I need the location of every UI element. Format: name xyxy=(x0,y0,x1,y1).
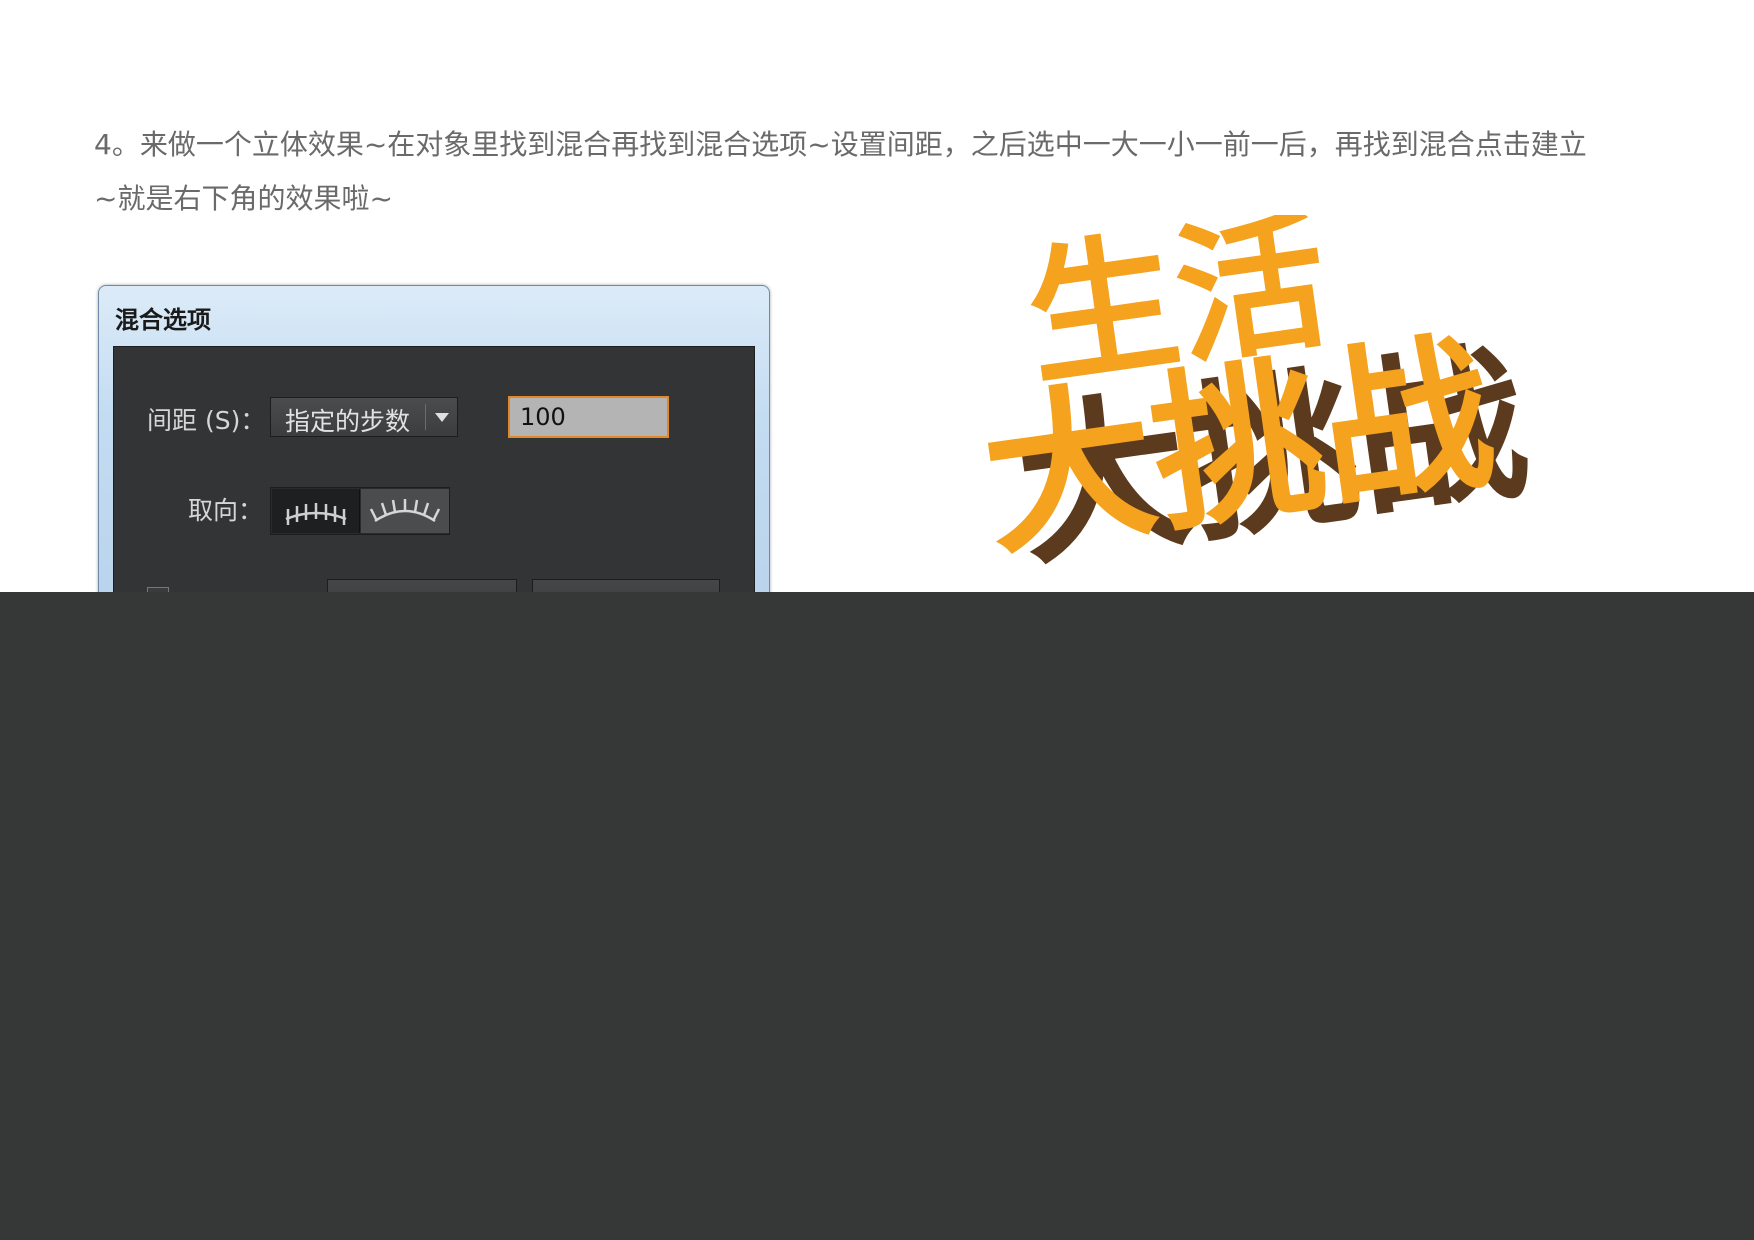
steps-input[interactable] xyxy=(508,396,669,438)
blend-options-dialog: 混合选项 间距 (S)： 指定的步数 取向： xyxy=(98,285,770,617)
align-to-page-button[interactable] xyxy=(272,489,360,533)
dialog-body: 间距 (S)： 指定的步数 取向： xyxy=(113,346,755,616)
page: 4。来做一个立体效果~在对象里找到混合再找到混合选项~设置间距，之后选中一大一小… xyxy=(0,0,1754,1240)
spacing-mode-value: 指定的步数 xyxy=(285,407,411,436)
dark-panel xyxy=(0,592,1754,1240)
select-divider xyxy=(425,404,426,430)
spacing-mode-select[interactable]: 指定的步数 xyxy=(270,397,458,437)
align-to-path-icon xyxy=(369,499,441,523)
align-to-page-icon xyxy=(285,503,347,525)
chevron-down-icon[interactable] xyxy=(435,413,449,422)
align-to-path-button[interactable] xyxy=(361,489,449,533)
dialog-title: 混合选项 xyxy=(115,306,211,334)
instruction-line-1: 4。来做一个立体效果~在对象里找到混合再找到混合选项~设置间距，之后选中一大一小… xyxy=(94,128,1587,161)
orientation-toggle-group xyxy=(270,487,450,535)
instruction-text: 4。来做一个立体效果~在对象里找到混合再找到混合选项~设置间距，之后选中一大一小… xyxy=(94,118,1684,226)
spacing-label: 间距 (S)： xyxy=(147,406,266,435)
blend-3d-text-artwork: 大挑战 生活 大挑战 xyxy=(972,215,1538,591)
orientation-label: 取向： xyxy=(188,496,264,525)
